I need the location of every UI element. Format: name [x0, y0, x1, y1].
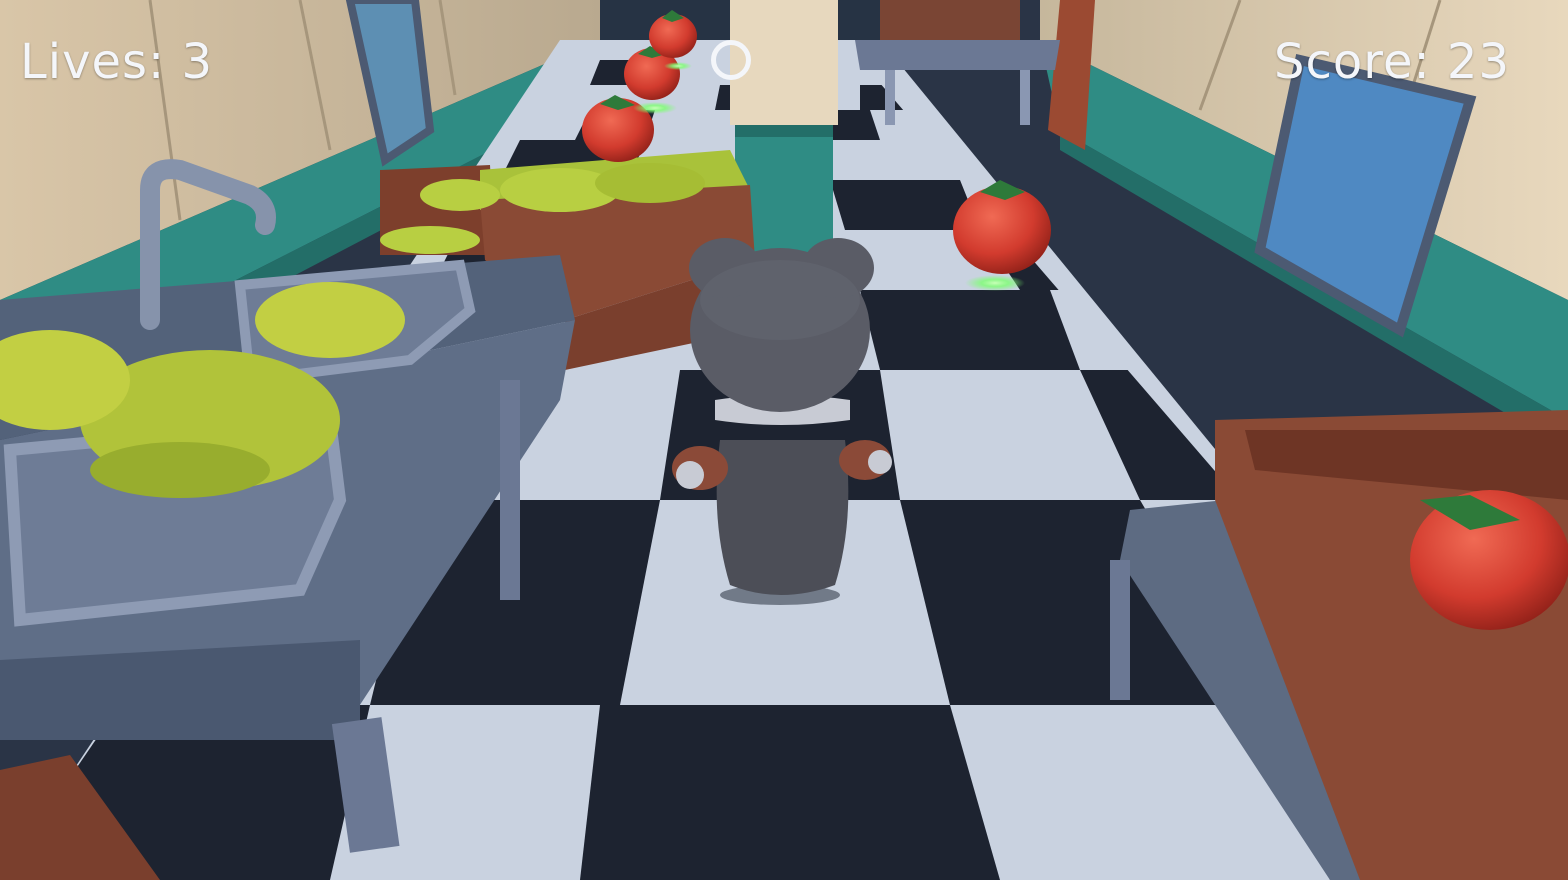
lives-counter: Lives: 3 [20, 34, 213, 90]
game-scene [0, 0, 1568, 880]
far-counter [855, 0, 1060, 125]
score-counter: Score: 23 [1274, 34, 1510, 90]
circle-ring-icon[interactable] [711, 40, 751, 80]
game-viewport[interactable]: Lives: 3 Score: 23 [0, 0, 1568, 880]
